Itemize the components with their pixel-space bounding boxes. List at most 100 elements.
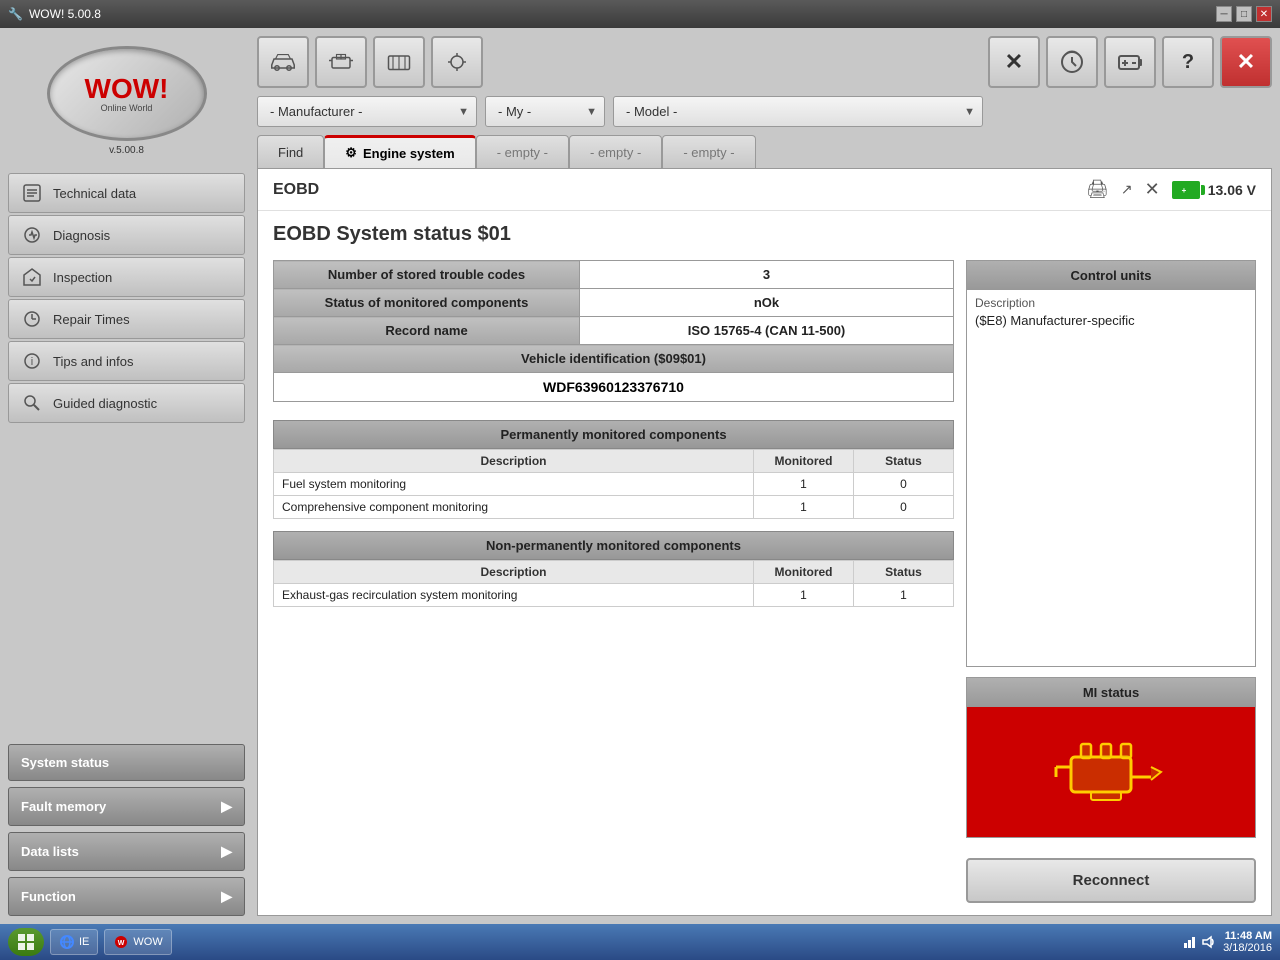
manufacturer-dropdown[interactable]: - Manufacturer - (257, 96, 477, 127)
record-name-value: ISO 15765-4 (CAN 11-500) (580, 317, 954, 345)
tab-empty-2[interactable]: - empty - (569, 135, 662, 168)
toolbar-exit-button[interactable]: ✕ (1220, 36, 1272, 88)
print-button[interactable]: 🖨 (1086, 179, 1109, 200)
toolbar-close-button[interactable]: ✕ (988, 36, 1040, 88)
fuel-system-status: 0 (854, 473, 954, 496)
sidebar-item-technical-data[interactable]: Technical data (8, 173, 245, 213)
non-permanently-monitored-header: Non-permanently monitored components (273, 531, 954, 560)
engine-warning-icon (1036, 722, 1186, 822)
start-button[interactable] (8, 928, 44, 956)
sidebar-item-inspection[interactable]: Inspection (8, 257, 245, 297)
control-units-body: Description ($E8) Manufacturer-specific (967, 290, 1255, 334)
fuel-system-desc: Fuel system monitoring (274, 473, 754, 496)
col-status: Status (854, 450, 954, 473)
non-permanently-monitored-section: Non-permanently monitored components Des… (273, 531, 954, 607)
record-name-label: Record name (274, 317, 580, 345)
technical-data-icon (21, 182, 43, 204)
tabs-row: Find ⚙ Engine system - empty - - empty -… (257, 135, 1272, 168)
model-dropdown-wrapper: - Model - ▼ (613, 96, 983, 127)
minimize-button[interactable]: ─ (1216, 6, 1232, 22)
function-label: Function (21, 889, 76, 904)
function-arrow: ▶ (221, 888, 232, 905)
table-row: Status of monitored components nOk (274, 289, 954, 317)
tab-engine-system[interactable]: ⚙ Engine system (324, 135, 475, 168)
diagnosis-label: Diagnosis (53, 228, 110, 243)
reconnect-button[interactable]: Reconnect (966, 858, 1256, 903)
fault-memory-arrow: ▶ (221, 798, 232, 815)
vehicle-id-label: Vehicle identification ($09$01) (274, 345, 954, 373)
left-column: Number of stored trouble codes 3 Status … (273, 260, 954, 903)
tab-find[interactable]: Find (257, 135, 324, 168)
mi-status-header: MI status (967, 678, 1255, 707)
titlebar-left: 🔧 WOW! 5.00.8 (8, 7, 101, 21)
tips-infos-icon: i (21, 350, 43, 372)
comprehensive-desc: Comprehensive component monitoring (274, 496, 754, 519)
toolbar-battery-button[interactable] (1104, 36, 1156, 88)
content-body: EOBD System status $01 Number of stored … (258, 211, 1271, 915)
fuel-system-monitored: 1 (754, 473, 854, 496)
tab-empty-1[interactable]: - empty - (476, 135, 569, 168)
tab-empty-3-label: - empty - (683, 145, 734, 160)
tab-find-label: Find (278, 145, 303, 160)
battery-indicator: + 13.06 V (1172, 181, 1256, 199)
taskbar-time: 11:48 AM (1223, 930, 1272, 942)
logo-subtitle: Online World (101, 103, 153, 113)
system-status-button[interactable]: System status (8, 744, 245, 781)
comprehensive-status: 0 (854, 496, 954, 519)
fault-memory-button[interactable]: Fault memory ▶ (8, 787, 245, 826)
diagnosis-icon (21, 224, 43, 246)
close-window-button[interactable]: ✕ (1256, 6, 1272, 22)
toolbar-car-button[interactable] (257, 36, 309, 88)
status-monitored-label: Status of monitored components (274, 289, 580, 317)
sidebar-item-tips-infos[interactable]: i Tips and infos (8, 341, 245, 381)
sidebar-item-diagnosis[interactable]: Diagnosis (8, 215, 245, 255)
table-row: Vehicle identification ($09$01) (274, 345, 954, 373)
table-row: WDF63960123376710 (274, 373, 954, 402)
maximize-button[interactable]: □ (1236, 6, 1252, 22)
table-row: Fuel system monitoring 1 0 (274, 473, 954, 496)
close-panel-button[interactable]: ✕ (1145, 179, 1160, 200)
two-column-layout: Number of stored trouble codes 3 Status … (273, 260, 1256, 903)
taskbar-right: 11:48 AM 3/18/2016 (1183, 930, 1272, 954)
tab-empty-1-label: - empty - (497, 145, 548, 160)
detach-button[interactable]: ↗ (1121, 181, 1133, 198)
toolbar-circular-button[interactable] (1046, 36, 1098, 88)
taskbar-wow-button[interactable]: W WOW (104, 929, 171, 955)
sidebar-item-repair-times[interactable]: Repair Times (8, 299, 245, 339)
non-permanently-monitored-table: Description Monitored Status Exhaust-gas… (273, 560, 954, 607)
content-header: EOBD 🖨 ↗ ✕ + 13.06 V (258, 169, 1271, 211)
taskbar-ie-button[interactable]: IE (50, 929, 98, 955)
app-container: WOW! Online World v.5.00.8 Technical dat… (0, 28, 1280, 924)
svg-text:W: W (118, 940, 125, 947)
toolbar-engine-button[interactable] (315, 36, 367, 88)
logo-name: WOW! (85, 75, 169, 103)
control-units-value: ($E8) Manufacturer-specific (975, 313, 1247, 328)
inspection-icon (21, 266, 43, 288)
taskbar-date: 3/18/2016 (1223, 942, 1272, 954)
tab-empty-2-label: - empty - (590, 145, 641, 160)
toolbar-help-button[interactable]: ? (1162, 36, 1214, 88)
manufacturer-dropdown-wrapper: - Manufacturer - ▼ (257, 96, 477, 127)
data-lists-arrow: ▶ (221, 843, 232, 860)
col-description: Description (274, 450, 754, 473)
sidebar-item-guided-diagnostic[interactable]: Guided diagnostic (8, 383, 245, 423)
toolbar-tools-button[interactable] (373, 36, 425, 88)
function-button[interactable]: Function ▶ (8, 877, 245, 916)
table-header-row: Description Monitored Status (274, 450, 954, 473)
engine-system-icon: ⚙ (345, 145, 357, 161)
toolbar: ✕ ? ✕ (257, 36, 1272, 96)
data-lists-button[interactable]: Data lists ▶ (8, 832, 245, 871)
right-column: Control units Description ($E8) Manufact… (966, 260, 1256, 903)
titlebar-title: WOW! 5.00.8 (29, 7, 101, 21)
control-units-desc-label: Description (975, 296, 1247, 310)
status-monitored-value: nOk (580, 289, 954, 317)
comprehensive-monitored: 1 (754, 496, 854, 519)
my-dropdown[interactable]: - My - (485, 96, 605, 127)
toolbar-connector-button[interactable] (431, 36, 483, 88)
svg-text:i: i (31, 356, 33, 368)
fault-memory-label: Fault memory (21, 799, 106, 814)
model-dropdown[interactable]: - Model - (613, 96, 983, 127)
inspection-label: Inspection (53, 270, 112, 285)
guided-diagnostic-icon (21, 392, 43, 414)
tab-empty-3[interactable]: - empty - (662, 135, 755, 168)
